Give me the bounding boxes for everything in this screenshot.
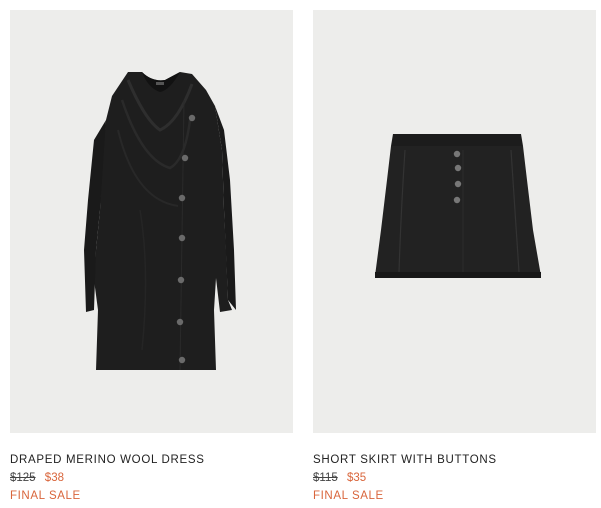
product-info: DRAPED MERINO WOOL DRESS $125 $38 FINAL … [10,433,293,503]
product-card-short-skirt-with-buttons[interactable]: SHORT SKIRT WITH BUTTONS $115 $35 FINAL … [313,10,596,503]
dress-button-2 [181,154,189,162]
skirt-waistband [391,134,523,146]
skirt-image [375,134,541,278]
product-info: SHORT SKIRT WITH BUTTONS $115 $35 FINAL … [313,433,596,503]
dress-button-7 [178,356,186,364]
dress-button-5 [177,276,185,284]
product-card-draped-merino-wool-dress[interactable]: DRAPED MERINO WOOL DRESS $125 $38 FINAL … [10,10,293,503]
skirt-button-2 [454,164,462,172]
dress-image [84,72,236,371]
original-price: $125 [10,472,36,484]
sale-price: $35 [346,472,367,484]
product-name[interactable]: DRAPED MERINO WOOL DRESS [10,453,293,467]
dress-button-3 [178,194,186,202]
skirt-button-4 [453,196,461,204]
skirt-button-3 [454,180,462,188]
price-row: $115 $35 [313,471,596,485]
product-grid: DRAPED MERINO WOOL DRESS $125 $38 FINAL … [0,0,601,508]
skirt-button-1 [453,150,461,158]
final-sale-label: FINAL SALE [10,490,81,502]
original-price: $115 [313,472,338,484]
sale-price: $38 [44,472,64,484]
dress-label [156,82,164,85]
dress-button-6 [176,318,184,326]
final-sale-label: FINAL SALE [313,490,384,502]
product-image[interactable] [313,10,596,433]
dress-button-1 [188,114,196,122]
product-name[interactable]: SHORT SKIRT WITH BUTTONS [313,453,596,467]
dress-body [94,72,232,370]
price-row: $125 $38 [10,471,293,485]
skirt-hem [375,272,541,278]
product-image[interactable] [10,10,293,433]
dress-button-4 [178,234,186,242]
